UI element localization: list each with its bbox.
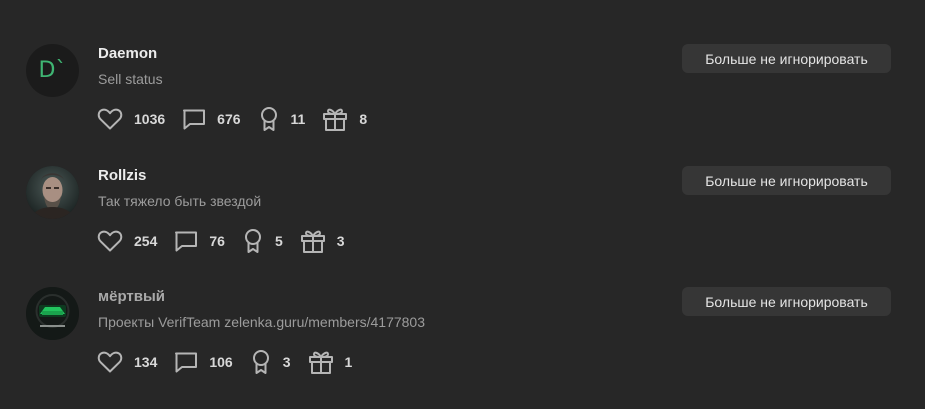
trophies-stat: 5 [242,228,283,254]
user-stats: 254 76 5 3 [97,227,362,255]
username[interactable]: Rollzis [98,167,146,184]
ignored-users-list: D` Daemon Sell status Больше не игнориро… [0,0,925,409]
likes-count: 1036 [134,111,166,127]
trophies-stat: 11 [258,106,306,132]
likes-stat: 134 [97,350,157,374]
avatar[interactable] [26,287,79,340]
gifts-stat: 1 [308,349,353,375]
messages-stat: 76 [174,229,225,253]
user-status: Так тяжело быть звездой [98,193,262,209]
gift-icon [308,351,333,374]
trophies-count: 11 [290,111,306,127]
avatar[interactable] [26,166,79,219]
gifts-stat: 8 [322,106,367,132]
gifts-stat: 3 [300,228,345,254]
trophy-icon [244,229,261,253]
messages-count: 676 [217,111,241,127]
username[interactable]: мёртвый [98,288,165,305]
avatar-letter: D` [38,58,67,83]
likes-stat: 254 [97,229,157,253]
user-status: Проекты VerifTeam zelenka.guru/members/4… [98,314,425,330]
avatar-photo [26,166,79,219]
gift-icon [323,108,348,131]
unignore-button[interactable]: Больше не игнорировать [682,287,891,316]
heart-icon [97,108,123,130]
user-row: D` Daemon Sell status Больше не игнориро… [0,44,925,154]
gift-icon [300,230,325,253]
trophies-count: 5 [274,233,283,249]
user-status: Sell status [98,71,163,87]
unignore-button[interactable]: Больше не игнорировать [682,166,891,195]
likes-stat: 1036 [97,107,165,131]
avatar-logo [26,287,79,340]
messages-stat: 106 [174,350,233,374]
user-stats: 134 106 3 1 [97,348,369,376]
user-row: мёртвый Проекты VerifTeam zelenka.guru/m… [0,287,925,397]
message-icon [175,231,198,252]
user-row: Rollzis Так тяжело быть звездой Больше н… [0,166,925,276]
gifts-count: 8 [359,111,368,127]
message-icon [175,352,198,373]
trophy-icon [252,350,269,374]
trophy-icon [260,107,277,131]
messages-count: 76 [209,233,225,249]
gifts-count: 3 [336,233,345,249]
likes-count: 254 [134,233,158,249]
heart-icon [97,351,123,373]
gifts-count: 1 [344,354,353,370]
messages-count: 106 [209,354,233,370]
user-stats: 1036 676 11 8 [97,105,384,133]
heart-icon [97,230,123,252]
unignore-button[interactable]: Больше не игнорировать [682,44,891,73]
username[interactable]: Daemon [98,45,157,62]
trophies-count: 3 [282,354,291,370]
message-icon [183,109,206,130]
avatar[interactable]: D` [26,44,79,97]
messages-stat: 676 [182,107,241,131]
trophies-stat: 3 [250,349,291,375]
likes-count: 134 [134,354,158,370]
